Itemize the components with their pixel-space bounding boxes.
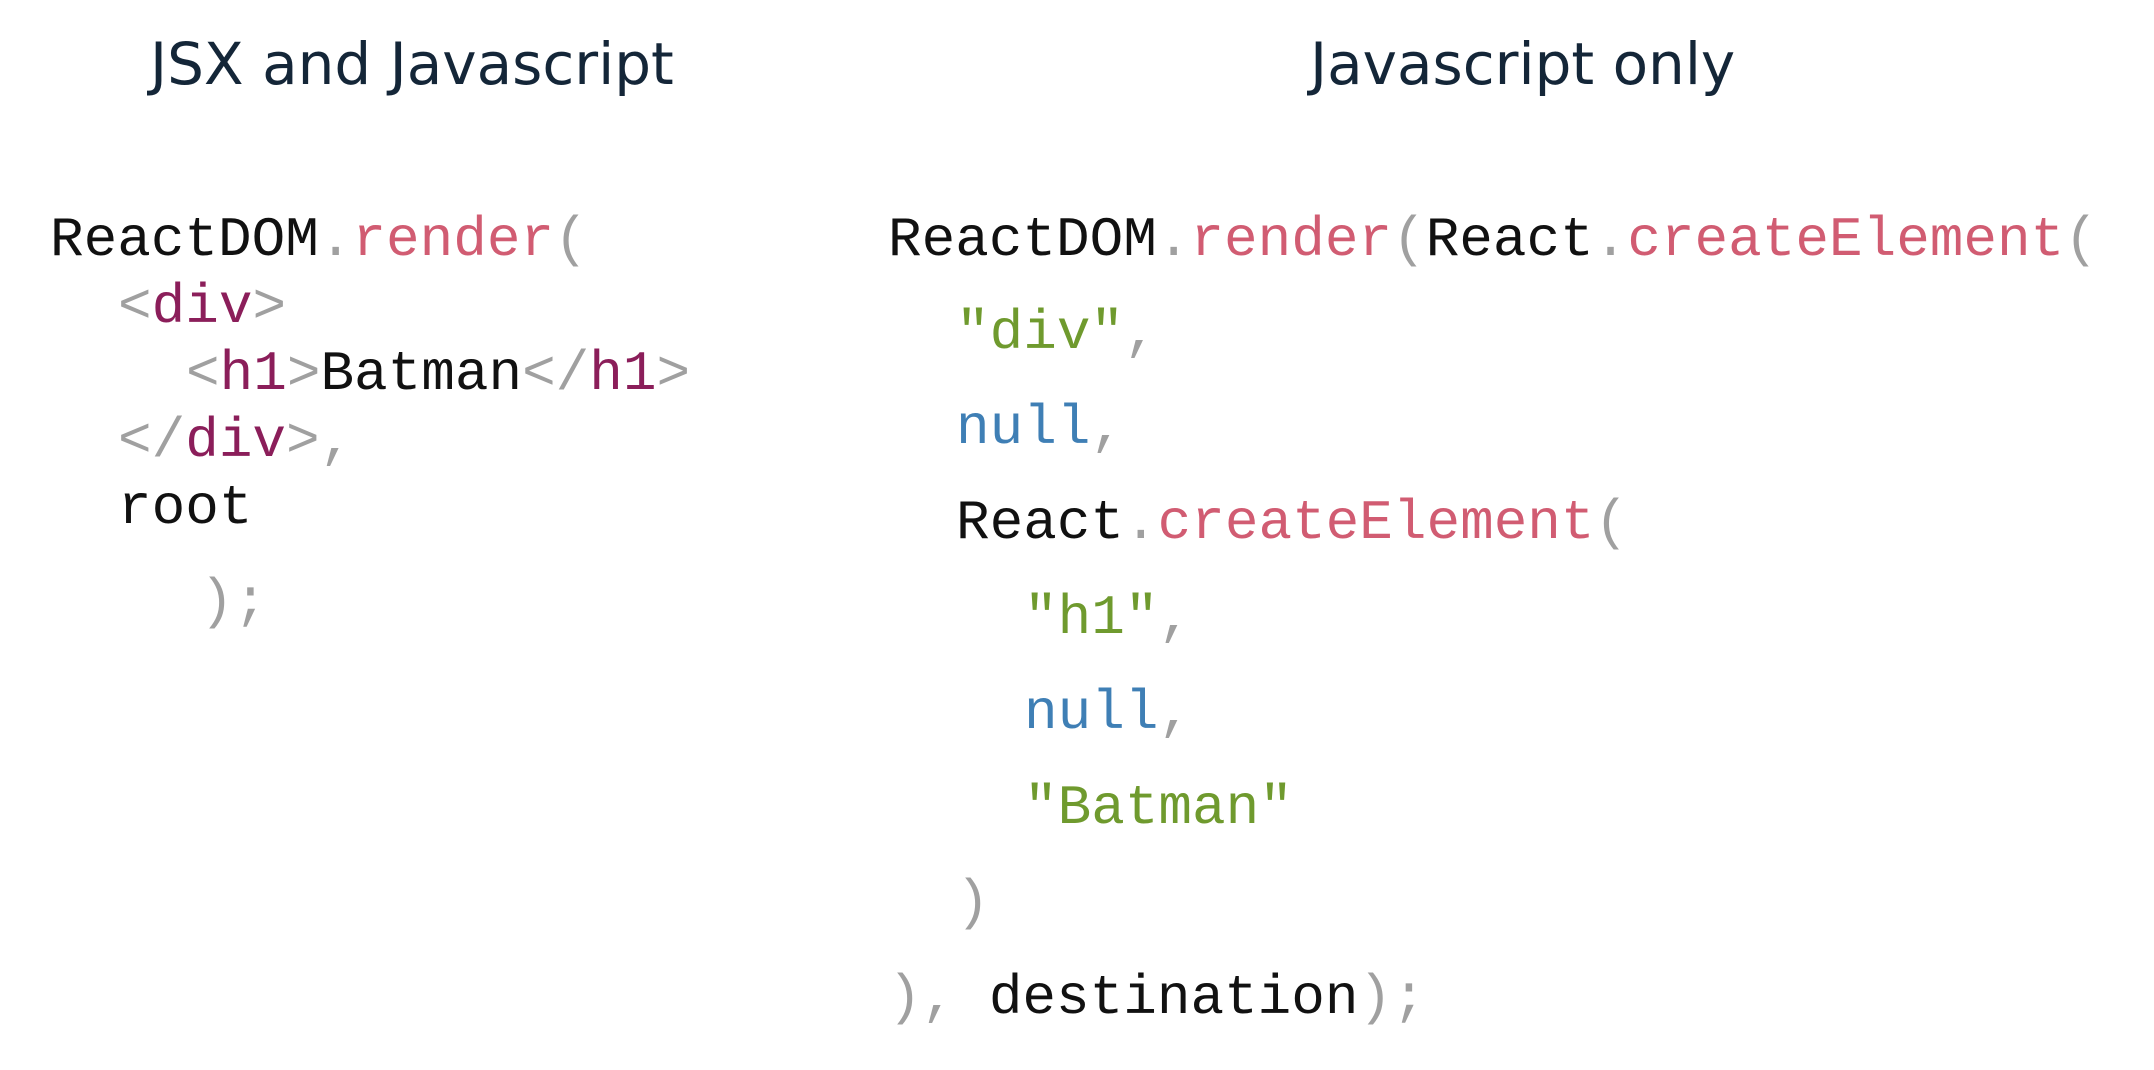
code-method: render <box>352 208 555 272</box>
code-identifier: React <box>956 491 1125 555</box>
code-null-keyword: null <box>956 396 1091 460</box>
code-method: createElement <box>1157 491 1595 555</box>
code-punctuation: , <box>1124 301 1158 365</box>
code-line: ) <box>956 868 990 938</box>
code-identifier: Batman <box>320 342 523 406</box>
code-line: ); <box>200 567 267 637</box>
code-line: React.createElement( <box>956 488 1628 558</box>
code-punctuation: . <box>318 208 353 272</box>
code-punctuation: ) <box>956 871 990 935</box>
code-punctuation: < <box>186 342 220 406</box>
code-string: "h1" <box>1024 586 1159 650</box>
code-punctuation: </ <box>522 342 590 406</box>
code-punctuation: . <box>1593 208 1628 272</box>
code-method: createElement <box>1627 208 2065 272</box>
code-punctuation: > <box>252 275 287 339</box>
code-punctuation: > <box>286 342 321 406</box>
code-punctuation: ( <box>1594 491 1629 555</box>
code-line: "Batman" <box>1024 773 1293 843</box>
code-punctuation: > <box>656 342 691 406</box>
code-punctuation: ); <box>200 570 268 634</box>
code-punctuation: >, <box>286 409 354 473</box>
code-punctuation: ); <box>1358 966 1426 1030</box>
code-punctuation: </ <box>118 409 186 473</box>
code-punctuation: , <box>1158 681 1193 745</box>
code-identifier: React <box>1425 208 1594 272</box>
code-string: "div" <box>956 301 1125 365</box>
code-line: <h1>Batman</h1> <box>186 339 690 409</box>
right-column-title: Javascript only <box>1310 30 1736 98</box>
left-column-title: JSX and Javascript <box>150 30 674 98</box>
code-line: ), destination); <box>888 963 1426 1033</box>
code-punctuation: ( <box>2064 208 2098 272</box>
code-null-keyword: null <box>1024 681 1159 745</box>
code-tag-name: div <box>151 275 253 339</box>
code-punctuation: , <box>1090 396 1125 460</box>
code-line: "div", <box>956 298 1158 368</box>
code-line: ReactDOM.render( <box>50 205 588 275</box>
code-line: ReactDOM.render(React.createElement( <box>888 205 2098 275</box>
code-punctuation: ( <box>1392 208 1426 272</box>
code-line: </div>, <box>118 406 353 476</box>
code-identifier: destination <box>988 966 1359 1030</box>
code-punctuation: . <box>1156 208 1191 272</box>
code-string: "Batman" <box>1024 776 1293 840</box>
code-punctuation: ( <box>554 208 588 272</box>
code-identifier: ReactDOM <box>888 208 1157 272</box>
code-method: render <box>1190 208 1393 272</box>
code-line: null, <box>956 393 1124 463</box>
code-tag-name: h1 <box>219 342 287 406</box>
code-identifier: root <box>118 476 253 540</box>
code-punctuation: , <box>1158 586 1193 650</box>
code-line: <div> <box>118 272 286 342</box>
code-line: "h1", <box>1024 583 1192 653</box>
code-identifier: ReactDOM <box>50 208 319 272</box>
code-punctuation: ), <box>888 966 989 1030</box>
code-line: root <box>118 473 252 543</box>
code-line: null, <box>1024 678 1192 748</box>
code-punctuation: < <box>118 275 152 339</box>
code-tag-name: div <box>185 409 287 473</box>
code-tag-name: h1 <box>589 342 657 406</box>
code-punctuation: . <box>1124 491 1158 555</box>
